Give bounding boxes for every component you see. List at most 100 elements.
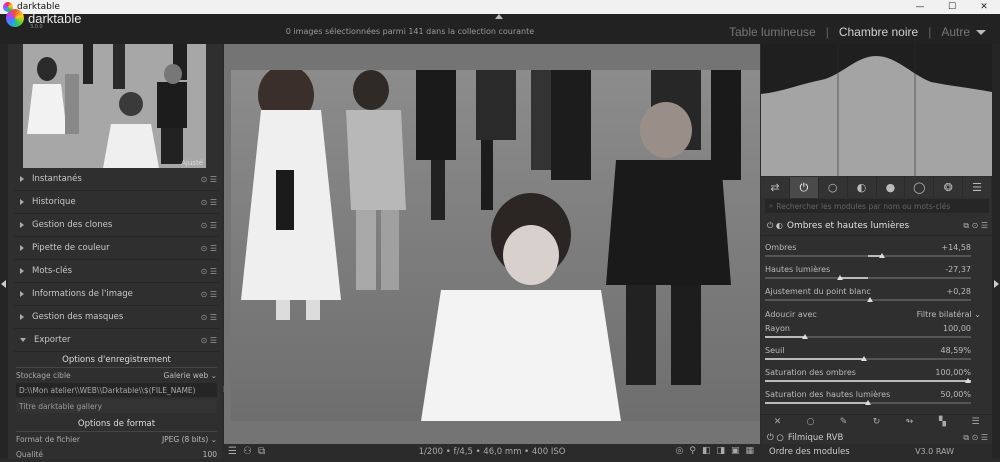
expand-arrow-icon bbox=[20, 291, 24, 297]
close-button[interactable]: ✕ bbox=[968, 0, 1000, 14]
main-image[interactable] bbox=[231, 70, 760, 421]
module-header-shadows-highlights[interactable]: ⏻ ◐ Ombres et hautes lumières ⧉ ⊙ ☰ bbox=[761, 217, 992, 236]
format-value: JPEG (8 bits) ⌄ bbox=[162, 435, 217, 444]
maximize-button[interactable]: ☐ bbox=[936, 0, 968, 14]
module-snapshots[interactable]: Instantanés ⊙ ☰ bbox=[14, 168, 219, 191]
tab-base[interactable]: ○ bbox=[819, 177, 848, 198]
blend-drawn-parametric-icon[interactable]: ↬ bbox=[893, 415, 926, 428]
expand-arrow-icon bbox=[20, 245, 24, 251]
collapse-top-panel-arrow-icon[interactable] bbox=[495, 14, 503, 19]
export-path-input[interactable]: D:\\Mon atelier\\WEB\\Darktable\\$(FILE_… bbox=[16, 383, 231, 397]
left-panel-edge[interactable] bbox=[0, 44, 8, 459]
tab-color[interactable]: ● bbox=[877, 177, 906, 198]
module-controls-icon[interactable]: ⊙ ☰ bbox=[201, 267, 217, 276]
center-bottom-bar: ☰ ⚇ ⧉ 1/200 • f/4,5 • 46,0 mm • 400 ISO … bbox=[224, 444, 760, 459]
right-panel-edge[interactable] bbox=[992, 44, 1000, 459]
groups-menu-icon[interactable]: ☰ bbox=[963, 177, 992, 198]
view-lighttable[interactable]: Table lumineuse bbox=[729, 25, 816, 39]
slider-white-point[interactable]: Ajustement du point blanc +0,28 bbox=[765, 287, 971, 309]
slider-radius[interactable]: Rayon 100,00 bbox=[765, 324, 971, 346]
quality-slider[interactable]: Qualité 100 bbox=[14, 447, 219, 462]
collapse-left-arrow-icon[interactable] bbox=[1, 280, 6, 288]
views-dropdown-icon[interactable] bbox=[976, 30, 986, 35]
blend-off-icon[interactable]: ✕ bbox=[761, 415, 794, 428]
expand-arrow-icon bbox=[20, 268, 24, 274]
raw-overexposed-icon[interactable]: ◧ bbox=[702, 446, 711, 456]
module-controls-icon[interactable]: ⊙ ☰ bbox=[201, 198, 217, 207]
module-search-input[interactable]: ⌕ Rechercher les modules par nom ou mots… bbox=[765, 199, 989, 213]
view-other[interactable]: Autre bbox=[941, 25, 970, 39]
storage-label: Stockage cible bbox=[16, 371, 71, 380]
slider-value: 48,59% bbox=[940, 346, 971, 355]
tab-effect[interactable]: ❂ bbox=[934, 177, 964, 198]
slider-highlights[interactable]: Hautes lumières -27,37 bbox=[765, 265, 971, 287]
slider-knob-icon[interactable] bbox=[802, 334, 808, 339]
storage-options-header: Options d'enregistrement bbox=[16, 352, 217, 368]
module-search-placeholder: Rechercher les modules par nom ou mots-c… bbox=[776, 201, 951, 211]
format-label: Format de fichier bbox=[16, 435, 80, 444]
slider-shadows[interactable]: Ombres +14,58 bbox=[765, 243, 971, 265]
slider-fill bbox=[765, 380, 971, 382]
module-power-icon[interactable]: ⏻ ○ bbox=[767, 433, 784, 443]
module-masks[interactable]: Gestion des masques ⊙ ☰ bbox=[14, 306, 219, 329]
module-controls-icon[interactable]: ⊙ ☰ bbox=[201, 221, 217, 230]
slider-shadow-saturation[interactable]: Saturation des ombres 100,00% bbox=[765, 368, 971, 390]
slider-knob-icon[interactable] bbox=[867, 297, 873, 302]
slider-value: +0,28 bbox=[946, 287, 971, 296]
histogram[interactable] bbox=[761, 44, 992, 176]
blend-menu-icon[interactable]: ☰ bbox=[959, 415, 992, 428]
module-export[interactable]: Exporter ⊙ ☰ bbox=[14, 329, 219, 352]
quality-value: 100 bbox=[202, 450, 217, 459]
module-color-picker[interactable]: Pipette de couleur ⊙ ☰ bbox=[14, 237, 219, 260]
blend-uniform-icon[interactable]: ○ bbox=[794, 415, 827, 428]
guides-icon[interactable]: ▦ bbox=[745, 446, 754, 456]
softproof-icon[interactable]: ◎ bbox=[675, 446, 683, 456]
color-assessment-icon[interactable]: ▣ bbox=[731, 446, 740, 456]
module-order-bar[interactable]: Ordre des modules V3.0 RAW bbox=[761, 444, 992, 459]
module-header-controls-icon[interactable]: ⧉ ⊙ ☰ bbox=[963, 433, 988, 443]
slider-knob-icon[interactable] bbox=[879, 253, 885, 258]
format-select[interactable]: Format de fichier JPEG (8 bits) ⌄ bbox=[14, 432, 219, 447]
module-controls-icon[interactable]: ⊙ ☰ bbox=[201, 244, 217, 253]
tab-correct[interactable]: ◯ bbox=[905, 177, 935, 198]
gamut-check-icon[interactable]: ⚲ bbox=[689, 446, 696, 456]
module-header-filmic[interactable]: ⏻ ○ Filmique RVB ⧉ ⊙ ☰ bbox=[761, 431, 992, 444]
selection-info: 0 images sélectionnées parmi 141 dans la… bbox=[285, 27, 535, 36]
navigator-zoom-select[interactable]: Ajusté bbox=[181, 159, 203, 167]
storage-select[interactable]: Stockage cible Galerie web ⌄ bbox=[14, 368, 219, 383]
view-switcher: Table lumineuse | Chambre noire | Autre bbox=[729, 25, 970, 39]
overexposed-icon[interactable]: ◨ bbox=[716, 446, 725, 456]
left-module-list: Instantanés ⊙ ☰ Historique ⊙ ☰ Gestion des… bbox=[14, 168, 231, 462]
module-controls-icon[interactable]: ⊙ ☰ bbox=[201, 313, 217, 322]
module-power-icon[interactable]: ⏻ ◐ bbox=[767, 221, 783, 231]
soften-with-label: Adoucir avec bbox=[765, 310, 817, 319]
slider-highlight-saturation[interactable]: Saturation des hautes lumières 50,00% bbox=[765, 390, 971, 412]
tab-quick-access[interactable]: ⇄ bbox=[761, 177, 790, 198]
navigator-thumbnail[interactable]: Ajusté bbox=[23, 44, 206, 168]
module-controls-icon[interactable]: ⊙ ☰ bbox=[201, 336, 217, 345]
slider-knob-icon[interactable] bbox=[965, 378, 971, 383]
module-image-info[interactable]: Informations de l'image ⊙ ☰ bbox=[14, 283, 219, 306]
blend-drawn-mask-icon[interactable]: ✎ bbox=[827, 415, 860, 428]
view-darkroom[interactable]: Chambre noire bbox=[839, 25, 918, 39]
module-tags[interactable]: Mots-clés ⊙ ☰ bbox=[14, 260, 219, 283]
tab-active-modules[interactable]: ⏻ bbox=[789, 177, 819, 198]
minimize-button[interactable]: — bbox=[904, 0, 936, 14]
soften-with-select[interactable]: Adoucir avec Filtre bilatéral ⌄ bbox=[765, 310, 981, 321]
gallery-title-input[interactable]: Titre darktable gallery bbox=[16, 399, 217, 413]
module-clones[interactable]: Gestion des clones ⊙ ☰ bbox=[14, 214, 219, 237]
blend-parametric-icon[interactable]: ↻ bbox=[860, 415, 893, 428]
module-controls-icon[interactable]: ⊙ ☰ bbox=[201, 175, 217, 184]
collapse-right-arrow-icon[interactable] bbox=[994, 280, 999, 288]
tab-tone[interactable]: ◐ bbox=[848, 177, 877, 198]
module-header-controls-icon[interactable]: ⧉ ⊙ ☰ bbox=[963, 221, 988, 231]
slider-threshold[interactable]: Seuil 48,59% bbox=[765, 346, 971, 368]
module-history[interactable]: Historique ⊙ ☰ bbox=[14, 191, 219, 214]
slider-knob-icon[interactable] bbox=[865, 400, 871, 405]
slider-knob-icon[interactable] bbox=[861, 356, 867, 361]
slider-fill bbox=[765, 358, 865, 360]
module-controls-icon[interactable]: ⊙ ☰ bbox=[201, 290, 217, 299]
module-label: Historique bbox=[32, 197, 76, 207]
blend-raster-icon[interactable]: ▚ bbox=[926, 415, 959, 428]
slider-knob-icon[interactable] bbox=[837, 275, 843, 280]
